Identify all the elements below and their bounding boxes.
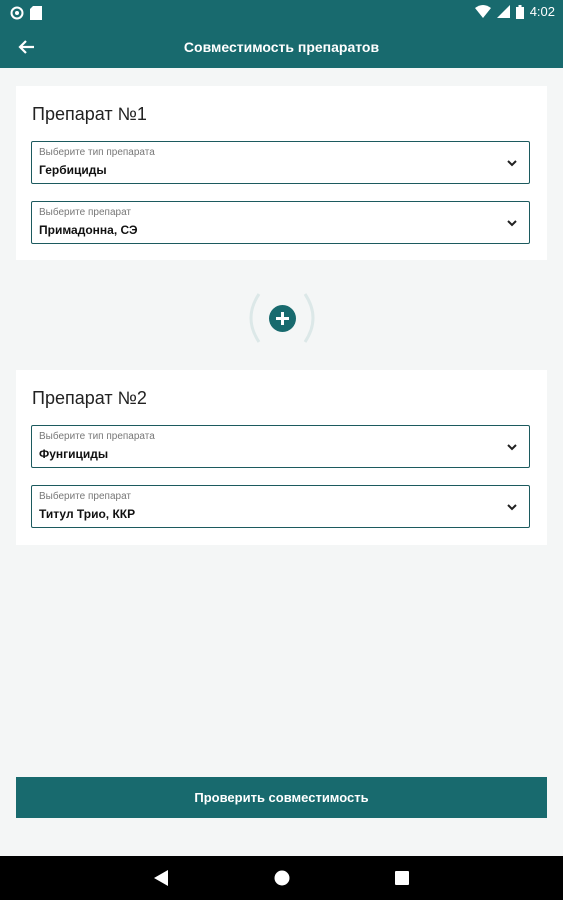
- battery-icon: [515, 4, 524, 19]
- status-time: 4:02: [529, 4, 555, 19]
- check-compatibility-button[interactable]: Проверить совместимость: [16, 777, 547, 818]
- wifi-icon: [474, 5, 491, 18]
- card-title: Препарат №2: [32, 388, 147, 408]
- system-nav-bar: [0, 856, 563, 900]
- chevron-down-icon: [507, 220, 517, 227]
- product-card-2: Препарат №2 Выберите тип препарата Фунги…: [16, 370, 547, 545]
- card-title: Препарат №1: [32, 104, 147, 124]
- field-value: Фунгициды: [39, 447, 109, 461]
- field-value: Примадонна, СЭ: [39, 223, 138, 237]
- field-value: Гербициды: [39, 163, 107, 177]
- product-select[interactable]: Выберите препарат Титул Трио, ККР: [31, 485, 530, 528]
- product-type-select[interactable]: Выберите тип препарата Фунгициды: [31, 425, 530, 468]
- chevron-down-icon: [507, 444, 517, 451]
- chevron-down-icon: [507, 160, 517, 167]
- field-label: Выберите тип препарата: [39, 147, 155, 158]
- app-bar: Совместимость препаратов: [0, 26, 563, 68]
- status-right: 4:02: [474, 4, 555, 19]
- add-circle-icon: [276, 312, 289, 325]
- field-label: Выберите препарат: [39, 207, 131, 218]
- nav-back-icon[interactable]: [154, 870, 168, 886]
- status-bar: 4:02: [0, 0, 563, 26]
- product-type-select[interactable]: Выберите тип препарата Гербициды: [31, 141, 530, 184]
- field-label: Выберите тип препарата: [39, 431, 155, 442]
- nav-home-icon[interactable]: [274, 870, 290, 886]
- status-left: [10, 6, 42, 20]
- product-select[interactable]: Выберите препарат Примадонна, СЭ: [31, 201, 530, 244]
- sd-card-icon: [30, 6, 42, 20]
- page-title: Совместимость препаратов: [183, 39, 380, 55]
- field-label: Выберите препарат: [39, 491, 131, 502]
- sync-notification-icon: [10, 6, 24, 20]
- add-product-button[interactable]: [269, 305, 296, 332]
- nav-recents-icon[interactable]: [395, 871, 409, 885]
- field-value: Титул Трио, ККР: [39, 507, 136, 521]
- chevron-down-icon: [507, 504, 517, 511]
- signal-icon: [496, 5, 510, 18]
- add-product-area: [245, 288, 319, 348]
- product-card-1: Препарат №1 Выберите тип препарата Герби…: [16, 86, 547, 260]
